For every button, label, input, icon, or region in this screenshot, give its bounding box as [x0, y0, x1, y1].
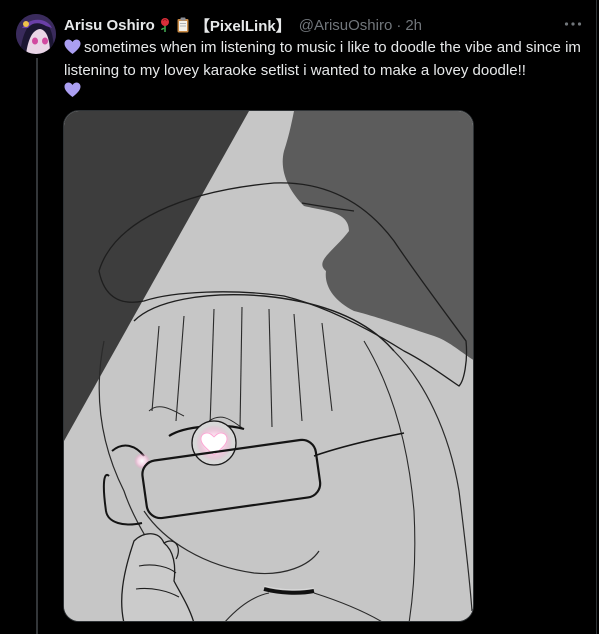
media-image[interactable] [63, 110, 474, 622]
clipboard-icon [175, 17, 191, 33]
display-name[interactable]: Arisu Oshiro [64, 17, 155, 34]
tweet-card[interactable]: Arisu Oshiro 【PixelLink】 @ArisuOshiro · … [0, 0, 597, 634]
more-options-icon[interactable] [562, 14, 584, 34]
tweet-text: sometimes when im listening to music i l… [64, 38, 584, 101]
thread-connector-line [36, 58, 38, 634]
purple-heart-icon [64, 82, 81, 104]
purple-heart-icon [64, 39, 81, 61]
tweet-body-text: sometimes when im listening to music i l… [64, 39, 581, 79]
community-tag: 【PixelLink】 [194, 17, 291, 35]
avatar[interactable] [16, 14, 56, 54]
rose-icon [157, 17, 173, 33]
separator-dot: · [396, 16, 402, 34]
doodle-illustration [64, 111, 473, 621]
user-handle[interactable]: @ArisuOshiro [299, 17, 393, 34]
timestamp[interactable]: 2h [405, 17, 422, 34]
tweet-header: Arisu Oshiro 【PixelLink】 @ArisuOshiro · … [64, 15, 422, 35]
